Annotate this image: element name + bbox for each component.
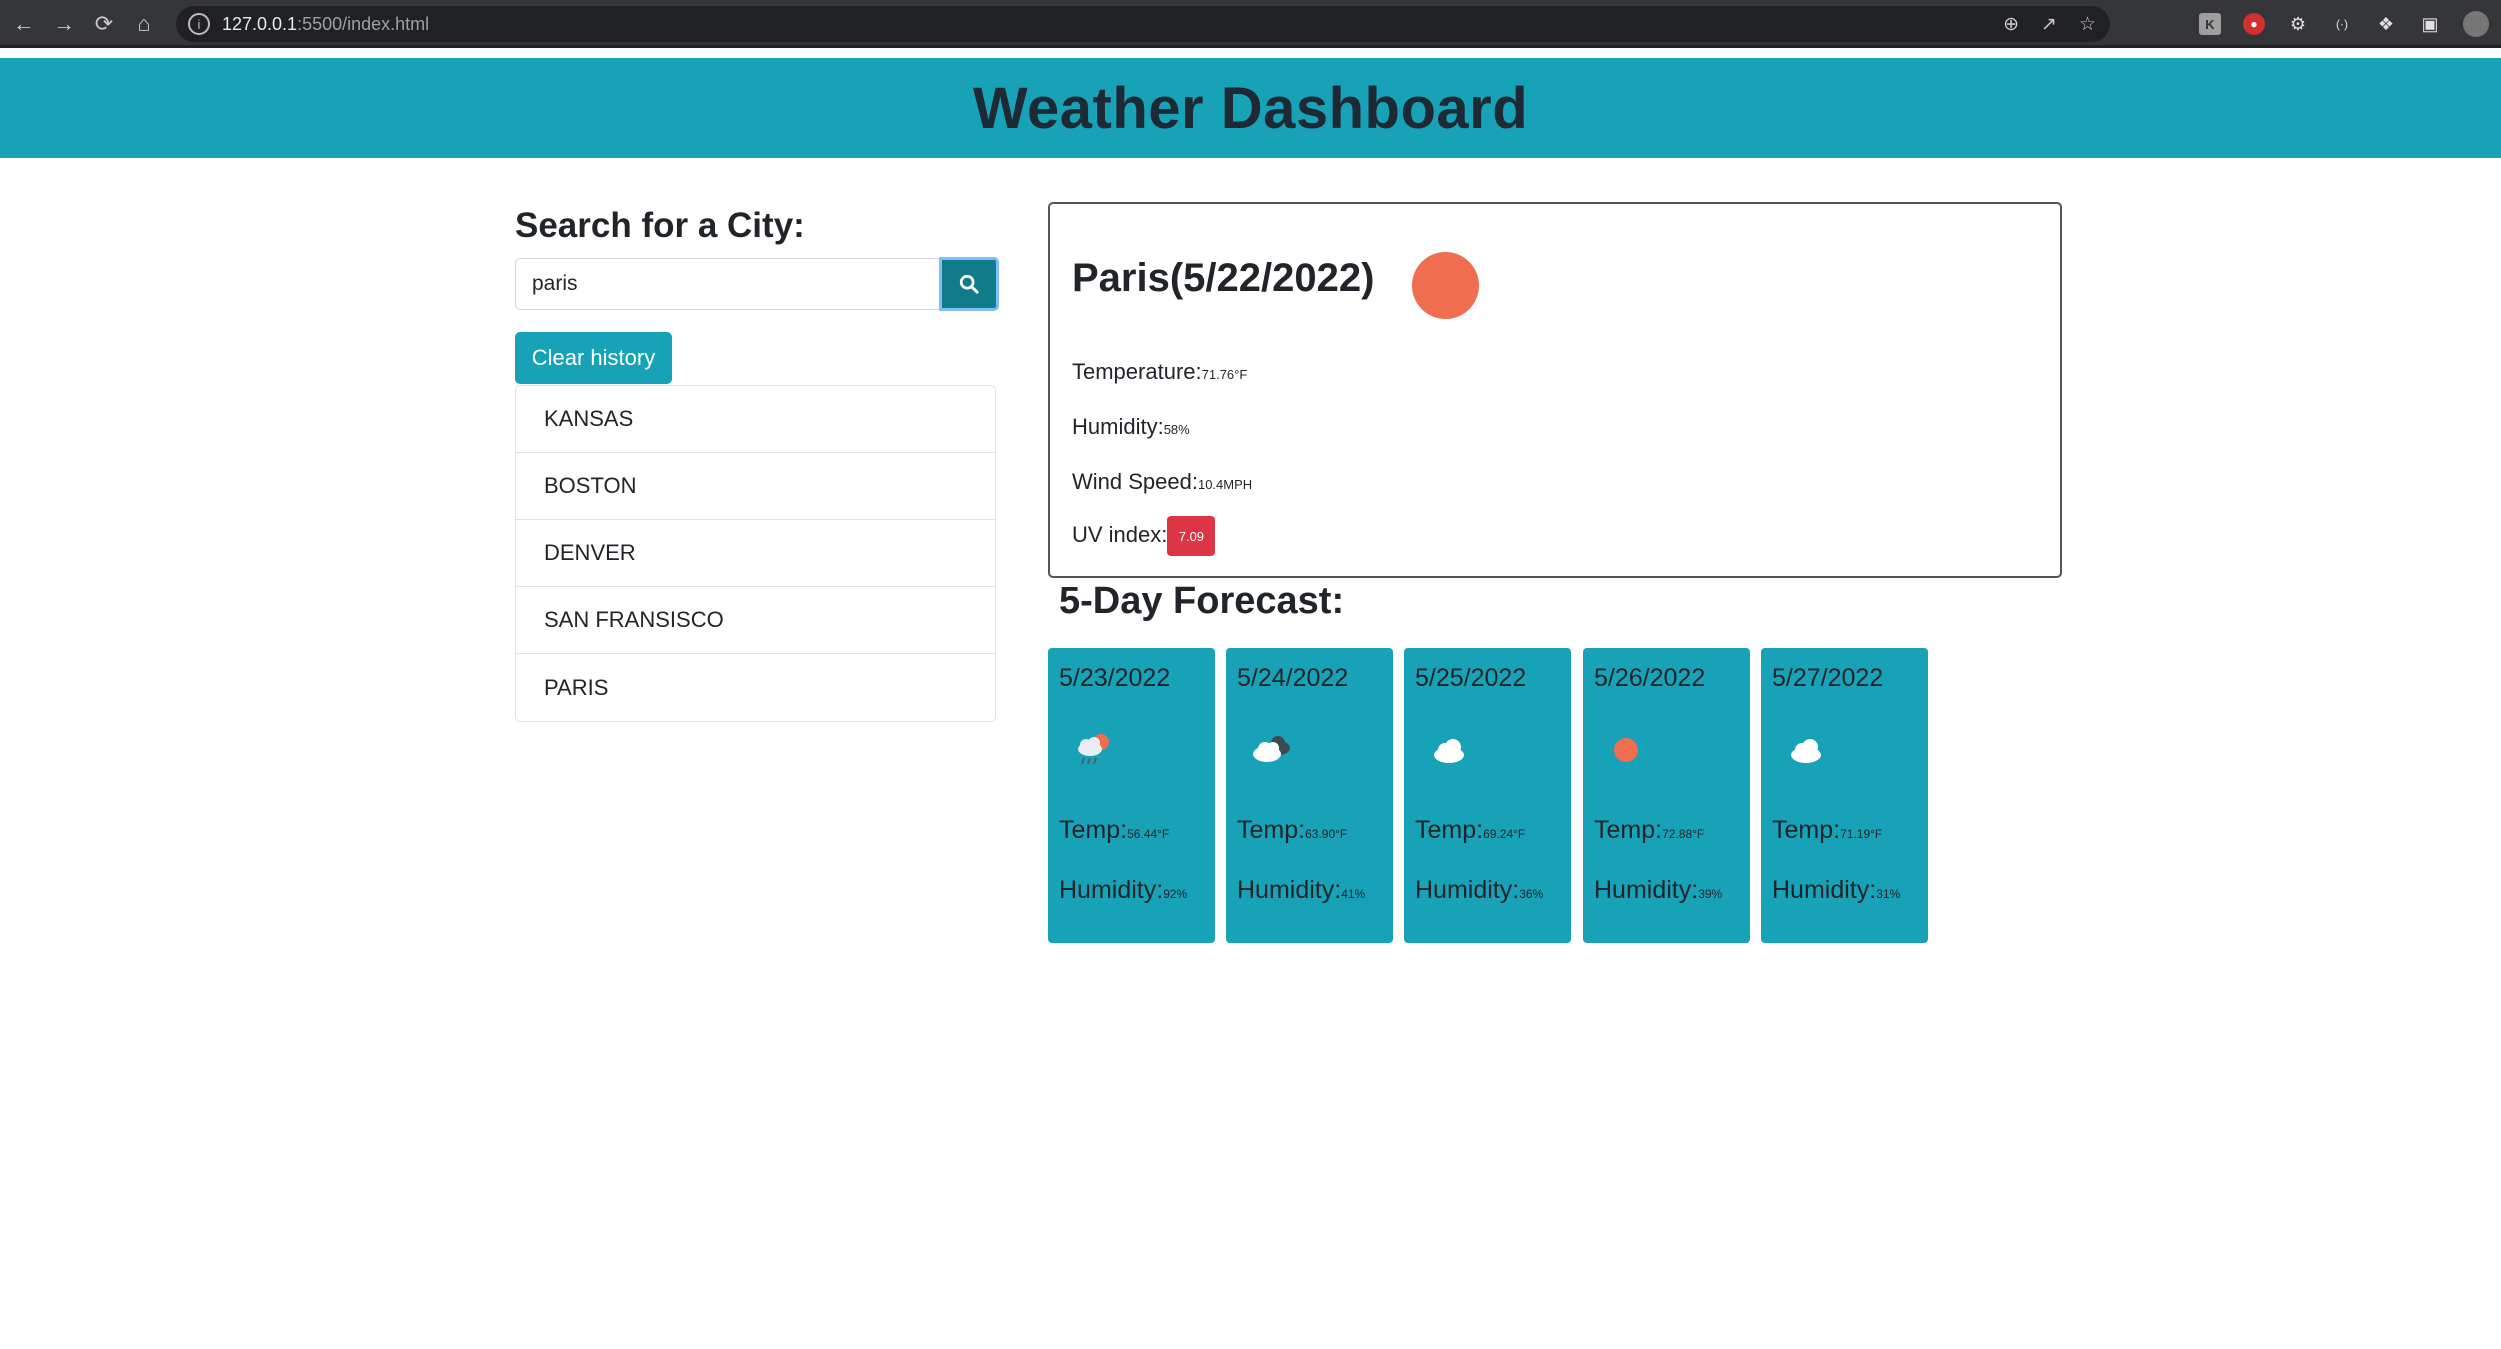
site-info-icon[interactable]: i [188, 13, 210, 35]
browser-toolbar: ← → ⟳ ⌂ i 127.0.0.1:5500/index.html ⊕ ↗ … [0, 0, 2501, 48]
forecast-temp: Temp:72.88°F [1594, 816, 1705, 844]
clear-history-button[interactable]: Clear history [515, 332, 672, 384]
forecast-card: 5/26/2022 Temp:72.88°F Humidity:39% [1583, 648, 1750, 943]
current-uv-index: UV index: 7.09 [1072, 516, 1216, 556]
forecast-date: 5/25/2022 [1415, 664, 1527, 692]
forecast-temp: Temp:56.44°F [1059, 816, 1170, 844]
page-header: Weather Dashboard [0, 58, 2501, 158]
home-icon[interactable]: ⌂ [124, 0, 164, 48]
extension-shield-icon[interactable]: ● [2243, 13, 2265, 35]
search-history-list: KANSAS BOSTON DENVER SAN FRANSISCO PARIS [515, 385, 996, 722]
page-title: Weather Dashboard [972, 75, 1529, 141]
forecast-temp: Temp:71.19°F [1772, 816, 1883, 844]
current-humidity: Humidity:58% [1072, 414, 1190, 439]
history-item[interactable]: SAN FRANSISCO [516, 587, 995, 654]
current-city-date: Paris(5/22/2022) [1072, 256, 1375, 300]
history-item[interactable]: DENVER [516, 520, 995, 587]
cloud-icon [1791, 739, 1821, 763]
forecast-humidity: Humidity:36% [1415, 876, 1544, 904]
forecast-date: 5/27/2022 [1772, 664, 1884, 692]
current-wind-speed: Wind Speed:10.4MPH [1072, 469, 1253, 494]
share-icon[interactable]: ↗ [2041, 13, 2057, 36]
search-title: Search for a City: [515, 206, 805, 245]
search-button[interactable] [939, 257, 999, 311]
forecast-card: 5/27/2022 Temp:71.19°F Humidity:31% [1761, 648, 1928, 943]
zoom-icon[interactable]: ⊕ [2003, 13, 2019, 36]
forecast-humidity: Humidity:92% [1059, 876, 1188, 904]
extension-gear-icon[interactable]: ⚙ [2287, 13, 2309, 35]
rain-sun-icon [1078, 734, 1109, 765]
forecast-temp: Temp:69.24°F [1415, 816, 1526, 844]
forecast-temp: Temp:63.90°F [1237, 816, 1348, 844]
forecast-date: 5/23/2022 [1059, 664, 1171, 692]
profile-avatar[interactable] [2463, 11, 2489, 37]
current-temperature: Temperature:71.76°F [1072, 359, 1248, 384]
dark-clouds-icon [1253, 736, 1290, 762]
bookmark-star-icon[interactable]: ☆ [2079, 13, 2096, 36]
sun-icon [1614, 738, 1638, 762]
sun-icon [1412, 252, 1479, 319]
reload-icon[interactable]: ⟳ [84, 0, 124, 48]
search-icon [959, 274, 979, 294]
forecast-date: 5/24/2022 [1237, 664, 1349, 692]
forecast-card: 5/25/2022 Temp:69.24°F Humidity:36% [1404, 648, 1571, 943]
extensions-puzzle-icon[interactable]: ❖ [2375, 13, 2397, 35]
back-icon[interactable]: ← [4, 0, 44, 48]
forecast-humidity: Humidity:41% [1237, 876, 1366, 904]
address-url[interactable]: 127.0.0.1:5500/index.html [222, 14, 429, 35]
forward-icon[interactable]: → [44, 0, 84, 48]
forecast-date: 5/26/2022 [1594, 664, 1706, 692]
side-panel-icon[interactable]: ▣ [2419, 13, 2441, 35]
forecast-card: 5/23/2022 Temp:56.44°F Humidity:92% [1048, 648, 1215, 943]
cloud-icon [1434, 739, 1464, 763]
forecast-card: 5/24/2022 Temp:63.90°F Humidity:41% [1226, 648, 1393, 943]
forecast-humidity: Humidity:39% [1594, 876, 1723, 904]
history-item[interactable]: KANSAS [516, 386, 995, 453]
extension-dots-icon[interactable]: (·) [2331, 13, 2353, 35]
history-item[interactable]: PARIS [516, 654, 995, 721]
forecast-title: 5-Day Forecast: [1059, 580, 1345, 622]
address-bar[interactable]: i 127.0.0.1:5500/index.html ⊕ ↗ ☆ [176, 6, 2110, 42]
uv-index-badge: 7.09 [1167, 516, 1216, 556]
city-search-input[interactable] [515, 258, 939, 310]
history-item[interactable]: BOSTON [516, 453, 995, 520]
current-weather-card: Paris(5/22/2022) Temperature:71.76°F Hum… [1048, 202, 2062, 578]
extension-k-icon[interactable]: K [2199, 13, 2221, 35]
forecast-humidity: Humidity:31% [1772, 876, 1901, 904]
